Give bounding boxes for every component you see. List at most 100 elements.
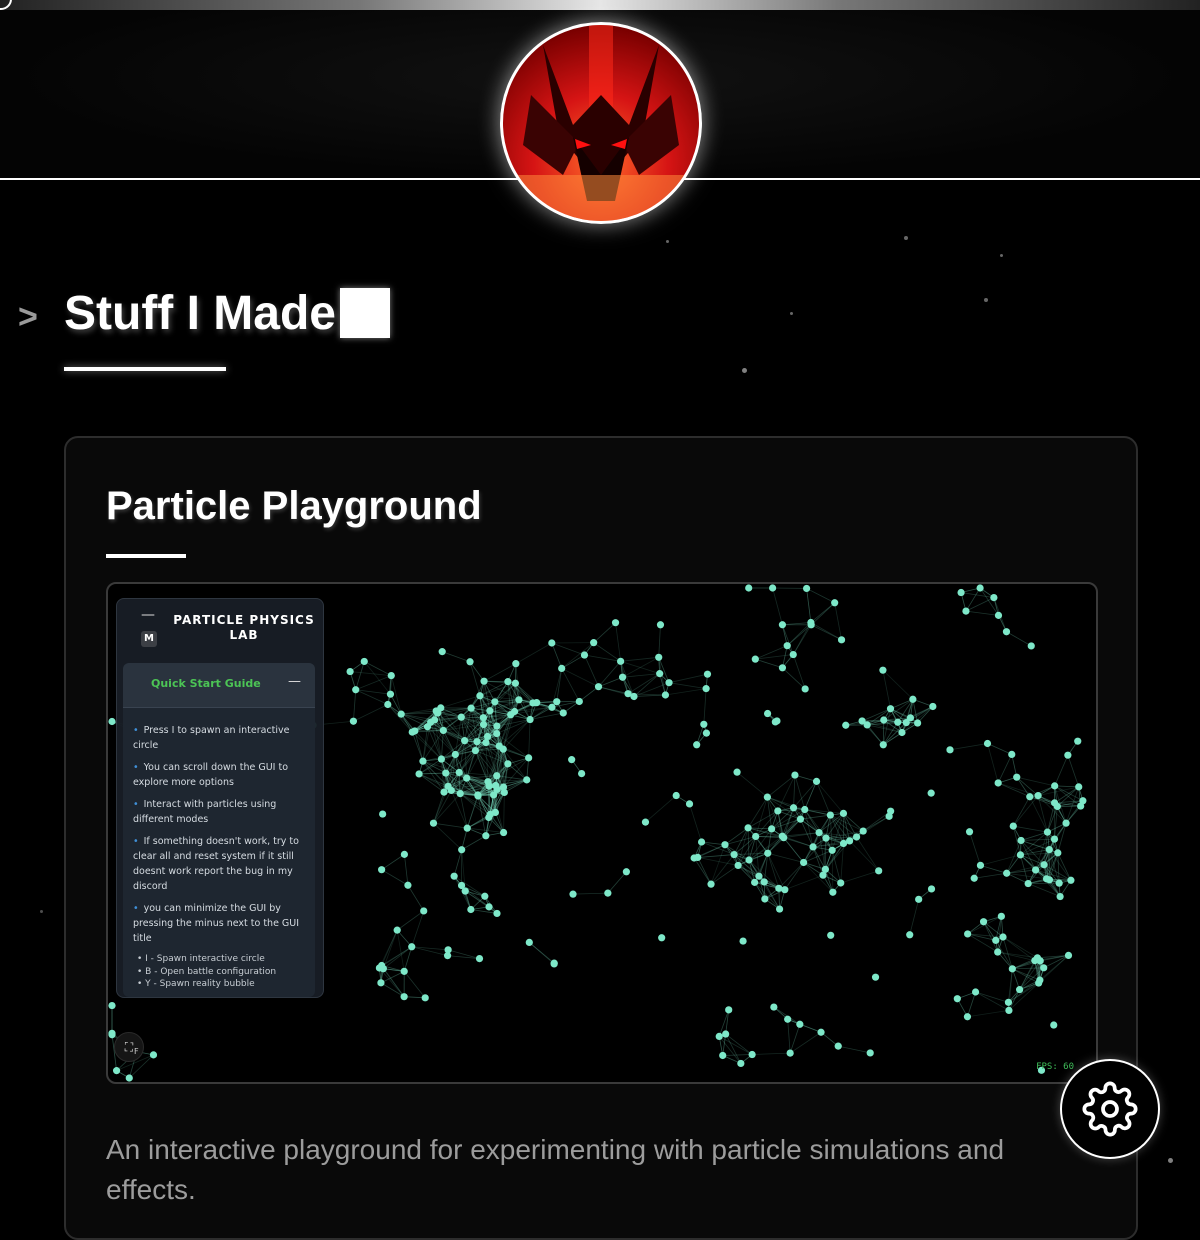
particle-link [442, 652, 470, 662]
quick-start-section[interactable]: Quick Start Guide — •Press I to spawn an… [123, 663, 315, 997]
particle [553, 698, 560, 705]
particle [1046, 846, 1053, 853]
quick-start-minimize-button[interactable]: — [288, 674, 301, 689]
particle [401, 851, 408, 858]
particle [642, 819, 649, 826]
particle [737, 1060, 744, 1067]
particle [486, 707, 493, 714]
particle [775, 885, 782, 892]
particle-link [788, 1019, 790, 1053]
particle-link [817, 781, 844, 813]
particle [887, 808, 894, 815]
shortcut-item: • Y - Spawn reality bubble [137, 978, 276, 991]
particle [657, 621, 664, 628]
particle [707, 881, 714, 888]
particle [801, 806, 808, 813]
particle [990, 594, 997, 601]
quick-start-title: Quick Start Guide [151, 677, 261, 690]
quick-start-tips: •Press I to spawn an interactive circle … [133, 723, 309, 953]
particle-link [584, 655, 620, 661]
particle [745, 856, 752, 863]
particle [768, 825, 775, 832]
demon-avatar-icon[interactable] [500, 22, 702, 224]
particle-playground-canvas[interactable]: — M PARTICLE PHYSICS LAB Quick Start Gui… [106, 582, 1098, 1084]
m-key-badge[interactable]: M [141, 631, 157, 647]
particle [461, 737, 468, 744]
particle [1056, 880, 1063, 887]
particle-link [356, 661, 365, 689]
particle-link [841, 871, 879, 883]
particle-link [645, 796, 676, 823]
particle [929, 703, 936, 710]
particle [568, 756, 575, 763]
particle-link [835, 603, 842, 640]
particle [808, 621, 815, 628]
particle-link [529, 720, 530, 758]
particle [1074, 738, 1081, 745]
particle [515, 696, 522, 703]
particle [456, 769, 463, 776]
particle-link [974, 873, 1006, 878]
particle [485, 814, 492, 821]
particle [1067, 877, 1074, 884]
particle-link [1055, 786, 1079, 787]
particle [928, 885, 935, 892]
particle [457, 790, 464, 797]
particle [1075, 783, 1082, 790]
particle-link [800, 819, 826, 838]
particle [665, 679, 672, 686]
particle [388, 672, 395, 679]
particle [504, 678, 511, 685]
fullscreen-button[interactable]: ⛶ [114, 1032, 144, 1062]
particle-link [382, 854, 405, 869]
particle-link [988, 743, 1012, 754]
particle-link [669, 674, 707, 683]
particle [1044, 829, 1051, 836]
particle-link [711, 865, 738, 884]
particle-link [811, 603, 835, 625]
particle [770, 1003, 777, 1010]
particle [803, 585, 810, 592]
particle-link [1013, 797, 1030, 826]
settings-button[interactable] [1060, 1059, 1160, 1159]
particle [480, 678, 487, 685]
particle [440, 789, 447, 796]
particle [404, 882, 411, 889]
particle-link [785, 862, 804, 889]
particle-link [790, 1024, 800, 1053]
particle [1013, 774, 1020, 781]
particle [445, 946, 452, 953]
particle [813, 778, 820, 785]
particle [551, 960, 558, 967]
particle [790, 804, 797, 811]
particle [957, 589, 964, 596]
particle-link [433, 823, 467, 828]
particle-link [594, 623, 616, 643]
gui-minimize-button[interactable]: — [141, 607, 155, 623]
particle [1009, 965, 1016, 972]
particle [604, 890, 611, 897]
particle [1040, 964, 1047, 971]
quick-start-header[interactable]: Quick Start Guide — [123, 663, 315, 708]
particle [694, 854, 701, 861]
particle [797, 816, 804, 823]
particle [1062, 820, 1069, 827]
particle-link [811, 625, 841, 640]
particle [1005, 999, 1012, 1006]
particle [999, 933, 1006, 940]
particle-link [961, 593, 994, 598]
particle [525, 754, 532, 761]
particle [451, 873, 458, 880]
particle [438, 755, 445, 762]
particle [837, 879, 844, 886]
particle-link [737, 772, 767, 797]
particle-link [785, 875, 823, 889]
particle-link [794, 775, 795, 808]
particle [772, 718, 779, 725]
particle [401, 968, 408, 975]
gui-panel[interactable]: — M PARTICLE PHYSICS LAB Quick Start Gui… [116, 598, 324, 998]
particle-link [634, 695, 665, 696]
particle [504, 760, 511, 767]
particle [401, 993, 408, 1000]
particle-link [1012, 968, 1043, 969]
